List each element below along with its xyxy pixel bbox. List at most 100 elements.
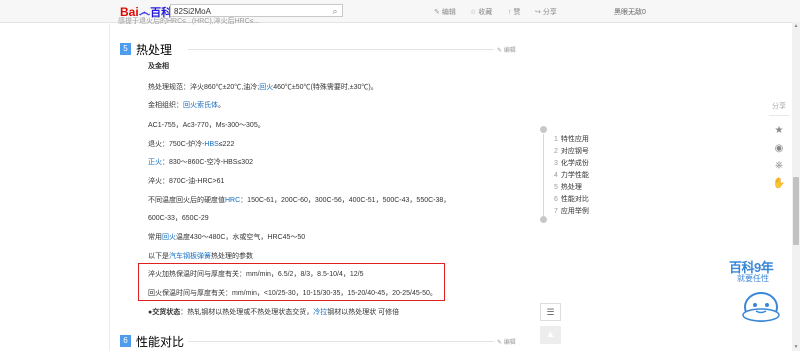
section-number: 6 <box>120 335 131 347</box>
toc-label: 对应钢号 <box>560 148 589 155</box>
share-icon: ↪ <box>535 9 541 16</box>
toc-number: 3 <box>554 160 558 167</box>
toc-item-grades[interactable]: 2 对应钢号 <box>554 146 589 156</box>
link-cold-drawn[interactable]: 冷拉 <box>313 309 327 316</box>
text: ≤222 <box>218 141 235 148</box>
toc-number: 7 <box>554 208 558 215</box>
pencil-icon: ✎ <box>434 9 440 16</box>
toc-number: 5 <box>554 184 558 191</box>
paragraph-normalizing: 正火：830～860C-空冷-HBS≤302 <box>148 158 253 167</box>
text: 温度430～480C，水或空气，HRC45～50 <box>176 234 306 241</box>
scrollbar-thumb[interactable] <box>793 177 799 245</box>
text: 金相组织： <box>148 102 183 109</box>
left-divider <box>109 22 110 351</box>
text: ：830～860C-空冷-HBS≤302 <box>162 159 253 166</box>
text: 热处理的参数 <box>211 253 253 260</box>
subheading-text: 及金相 <box>148 63 169 70</box>
toc-dot-top <box>540 126 547 133</box>
scroll-down-arrow-icon[interactable]: ▼ <box>792 343 800 351</box>
toc-item-comparison[interactable]: 6 性能对比 <box>554 194 589 204</box>
edit-label: 编辑 <box>503 48 516 54</box>
toc-label: 应用举例 <box>560 208 589 215</box>
edit-label: 编辑 <box>441 9 456 16</box>
favorite-tool[interactable]: ☆ 收藏 <box>470 7 492 17</box>
paragraph-critical-points: AC1-755，Ac3-770，Ms-300～305。 <box>148 122 265 129</box>
scroll-up-arrow-icon[interactable]: ▲ <box>792 22 800 30</box>
star-icon: ☆ <box>470 9 477 16</box>
text: 热处理规范：淬火860℃±20℃,油冷; <box>148 84 260 91</box>
toc-dot-bottom <box>540 216 547 223</box>
paragraph-quenching: 淬火：870C-油-HRC>61 <box>148 178 225 185</box>
link-hbs[interactable]: HBS <box>204 141 218 148</box>
toc-number: 2 <box>554 148 558 155</box>
toc-label: 化学成份 <box>560 160 589 167</box>
section-edit-link[interactable]: ✎ 编辑 <box>497 45 516 54</box>
thumbs-up-icon: ↑ <box>508 9 512 16</box>
toc-track <box>543 134 544 220</box>
share-label: 分享 <box>542 9 557 16</box>
link-tempered-sorbite[interactable]: 回火索氏体 <box>183 102 218 109</box>
text: 460℃±50℃(特殊需要时,±30℃)。 <box>273 84 378 91</box>
text: 以下是 <box>148 253 169 260</box>
like-label: 赞 <box>513 9 521 16</box>
toc-item-examples[interactable]: 7 应用举例 <box>554 206 589 216</box>
section-title: 性能对比 <box>136 335 185 349</box>
toc-item-mechanical[interactable]: 4 力学性能 <box>554 170 589 180</box>
section-number: 5 <box>120 43 131 55</box>
paragraph-hardness: 不同温度回火后的硬度值HRC：150C-61，200C-60，300C-56，4… <box>148 196 450 205</box>
toc-label: 力学性能 <box>560 172 589 179</box>
section-divider <box>188 341 494 342</box>
like-tool[interactable]: ↑ 赞 <box>508 7 521 17</box>
toc-number: 1 <box>554 136 558 143</box>
toc-number: 4 <box>554 172 558 179</box>
back-to-top-button[interactable]: ▲ <box>540 326 561 344</box>
paragraph-quench-hold-time: 淬火加热保温时间与厚度有关：mm/min，6.5/2，8/3，8.5-10/4，… <box>148 271 364 278</box>
link-tempering[interactable]: 回火 <box>259 84 273 91</box>
badge-subtitle: 就要任性 <box>737 274 769 283</box>
toc-item-properties[interactable]: 1 特性应用 <box>554 134 589 144</box>
text: ：150C-61，200C-60，300C-56，400C-51，500C-43… <box>240 197 451 204</box>
edit-tool[interactable]: ✎ 编辑 <box>434 7 456 17</box>
toc-label: 热处理 <box>560 184 582 191</box>
share-label: 分享 <box>769 101 789 116</box>
link-leaf-spring[interactable]: 汽车钢板弹簧 <box>169 253 211 260</box>
share-tool[interactable]: ↪ 分享 <box>535 7 557 17</box>
paragraph-temper-hold-time: 回火保温时间与厚度有关：mm/min，<10/25-30，10-15/30-35… <box>148 290 437 297</box>
text: 退火：750C-炉冷- <box>148 141 205 148</box>
edit-label: 编辑 <box>503 340 516 346</box>
paragraph-annealing: 退火：750C-炉冷-HBS≤222 <box>148 140 234 149</box>
toc-item-composition[interactable]: 3 化学成份 <box>554 158 589 168</box>
toc-list-button[interactable]: ☰ <box>540 303 561 321</box>
qzone-icon[interactable]: ⎈ <box>769 160 789 171</box>
paragraph-common-tempering: 常用回火温度430～480C，水或空气，HRC45～50 <box>148 233 305 242</box>
mascot-icon <box>742 292 780 322</box>
link-hrc[interactable]: HRC <box>225 197 240 204</box>
weibo-icon[interactable]: ◉ <box>769 143 789 154</box>
cut-off-text: 感提于退火后的HRC≤...(HRC),淬火后HRC≤... <box>118 18 260 25</box>
link-normalizing[interactable]: 正火 <box>148 159 162 166</box>
toc-label: 特性应用 <box>560 136 589 143</box>
paragraph-spec: 热处理规范：淬火860℃±20℃,油冷;回火460℃±50℃(特殊需要时,±30… <box>148 83 378 92</box>
paragraph-structure: 金相组织：回火索氏体。 <box>148 101 225 110</box>
link-tempering[interactable]: 回火 <box>162 234 176 241</box>
list-icon: ☰ <box>546 307 555 317</box>
toc-item-heat-treatment[interactable]: 5 热处理 <box>554 182 582 192</box>
section-edit-link[interactable]: ✎ 编辑 <box>497 337 516 346</box>
section-divider <box>188 49 494 50</box>
text: 不同温度回火后的硬度值 <box>148 197 225 204</box>
section-title: 热处理 <box>136 43 173 57</box>
delivery-label: ●交货状态 <box>148 309 181 316</box>
arrow-up-icon: ▲ <box>545 329 556 340</box>
star-icon[interactable]: ★ <box>769 125 789 136</box>
paragraph-delivery: ●交货状态：热轧钢材以热处理或不热处理状态交货，冷拉钢材以热处理状 可修倍 <box>148 308 399 317</box>
toc-number: 6 <box>554 196 558 203</box>
favorite-label: 收藏 <box>478 9 493 16</box>
text: ：热轧钢材以热处理或不热处理状态交货， <box>180 309 314 316</box>
thumbs-up-icon[interactable]: ✋ <box>769 178 789 189</box>
paragraph-leaf-spring: 以下是汽车钢板弹簧热处理的参数 <box>148 252 253 261</box>
user-name[interactable]: 黑眼无敌0 <box>614 7 646 17</box>
text: 常用 <box>148 234 162 241</box>
subheading: 及金相 <box>148 62 169 71</box>
text: 。 <box>218 102 225 109</box>
paragraph-hardness-cont: 600C-33，650C-29 <box>148 215 209 222</box>
